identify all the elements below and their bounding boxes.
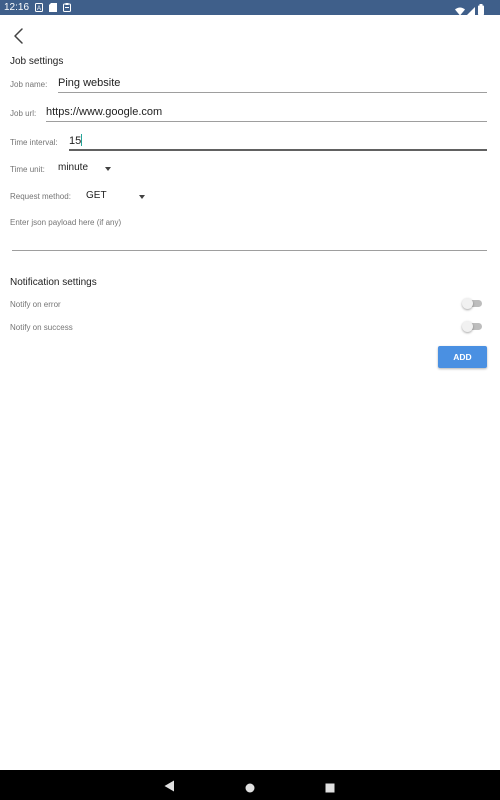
clipboard-icon (63, 3, 71, 12)
job-settings-title: Job settings (10, 56, 64, 67)
battery-icon (478, 2, 484, 20)
time-interval-input[interactable]: 15 (69, 134, 83, 147)
time-interval-label: Time interval: (10, 138, 58, 147)
json-payload-placeholder: Enter json payload here (if any) (10, 218, 122, 227)
add-button[interactable]: ADD (438, 346, 487, 368)
notify-on-error-label: Notify on error (10, 300, 61, 309)
wifi-icon (455, 3, 465, 21)
status-time: 12:16 (4, 2, 30, 13)
time-unit-selected: minute (58, 162, 89, 173)
chevron-left-icon (14, 28, 23, 44)
job-name-input[interactable]: Ping website (58, 77, 120, 89)
time-interval-value: 15 (69, 135, 82, 147)
notification-a-icon: A (35, 3, 43, 12)
job-name-underline (58, 92, 487, 93)
nav-back-icon[interactable] (164, 779, 175, 797)
json-payload-underline (12, 250, 487, 251)
signal-icon (466, 3, 475, 21)
status-bar (0, 0, 500, 15)
job-url-input[interactable]: https://www.google.com (46, 106, 162, 118)
request-method-selected: GET (86, 190, 107, 201)
toggle-thumb (462, 298, 473, 309)
text-cursor (81, 134, 83, 146)
nav-recents-icon[interactable] (325, 780, 335, 798)
nav-home-icon[interactable] (245, 780, 255, 798)
back-button[interactable] (8, 26, 30, 46)
toggle-thumb (462, 321, 473, 332)
request-method-dropdown[interactable]: GET (84, 188, 150, 206)
job-url-underline (46, 121, 487, 122)
request-method-label: Request method: (10, 192, 71, 201)
notification-settings-title: Notification settings (10, 277, 97, 288)
job-url-label: Job url: (10, 109, 37, 118)
svg-text:A: A (37, 6, 41, 12)
notify-on-error-toggle[interactable] (462, 297, 484, 311)
navigation-bar (0, 770, 500, 800)
notify-on-success-toggle[interactable] (462, 320, 484, 334)
time-unit-dropdown[interactable]: minute (56, 160, 116, 178)
sd-card-icon (49, 3, 57, 12)
json-payload-input[interactable]: Enter json payload here (if any) (10, 214, 487, 252)
dropdown-arrow-icon (105, 167, 111, 171)
time-unit-label: Time unit: (10, 165, 45, 174)
time-interval-underline (69, 149, 487, 151)
job-name-label: Job name: (10, 80, 48, 89)
notify-on-success-label: Notify on success (10, 323, 73, 332)
dropdown-arrow-icon (139, 195, 145, 199)
